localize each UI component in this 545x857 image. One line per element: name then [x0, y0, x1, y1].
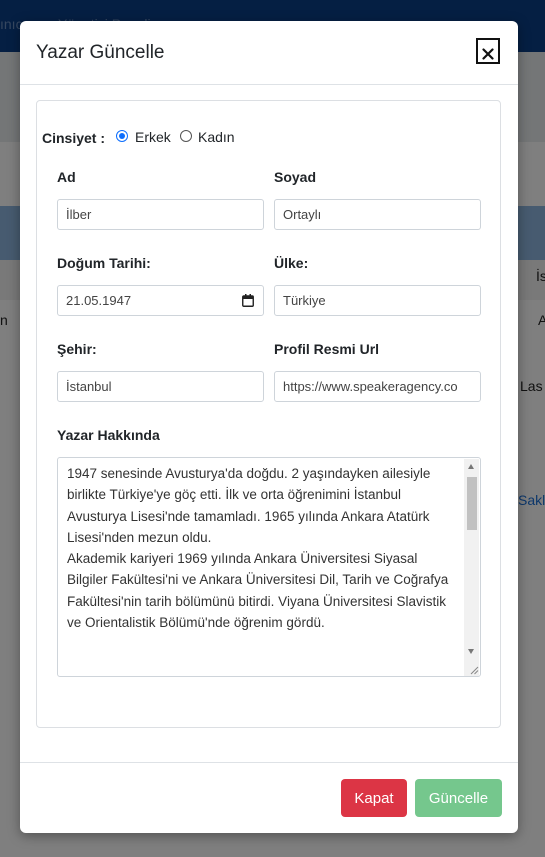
scroll-thumb[interactable] [467, 477, 477, 530]
close-icon [482, 47, 494, 60]
gender-radio-female[interactable] [180, 130, 192, 142]
gender-radio-male[interactable] [116, 130, 128, 142]
calendar-icon[interactable] [242, 294, 254, 307]
modal-header: Yazar Güncelle [20, 21, 518, 85]
profile-url-label: Profil Resmi Url [274, 341, 380, 357]
modal-title: Yazar Güncelle [36, 42, 165, 63]
update-button[interactable]: Güncelle [415, 779, 502, 817]
close-button[interactable]: Kapat [341, 779, 407, 817]
scroll-down-arrow-icon[interactable] [468, 649, 474, 654]
first-name-label: Ad [57, 169, 76, 185]
city-label: Şehir: [57, 341, 97, 357]
last-name-input[interactable]: Ortaylı [274, 199, 481, 230]
resize-grip-icon[interactable] [469, 665, 479, 675]
gender-label: Cinsiyet : [42, 130, 106, 146]
birth-date-value: 21.05.1947 [66, 293, 132, 308]
gender-option-female-label[interactable]: Kadın [198, 129, 235, 145]
last-name-label: Soyad [274, 169, 317, 185]
city-input[interactable]: İstanbul [57, 371, 264, 402]
country-input[interactable]: Türkiye [274, 285, 481, 316]
country-label: Ülke: [274, 255, 309, 271]
about-textarea[interactable]: 1947 senesinde Avusturya'da doğdu. 2 yaş… [57, 457, 481, 677]
birth-date-label: Doğum Tarihi: [57, 255, 151, 271]
profile-url-input[interactable]: https://www.speakeragency.co [274, 371, 481, 402]
modal-footer-divider [20, 762, 518, 763]
first-name-input[interactable]: İlber [57, 199, 264, 230]
textarea-scrollbar[interactable] [464, 459, 479, 676]
birth-date-input[interactable]: 21.05.1947 [57, 285, 264, 316]
gender-option-male-label[interactable]: Erkek [135, 129, 171, 145]
about-label: Yazar Hakkında [57, 427, 160, 443]
close-icon-button[interactable] [476, 38, 500, 64]
scroll-up-arrow-icon[interactable] [468, 464, 474, 469]
about-text: 1947 senesinde Avusturya'da doğdu. 2 yaş… [67, 466, 449, 631]
edit-author-modal: Yazar Güncelle Cinsiyet : Erkek Kadın Ad… [20, 21, 518, 833]
